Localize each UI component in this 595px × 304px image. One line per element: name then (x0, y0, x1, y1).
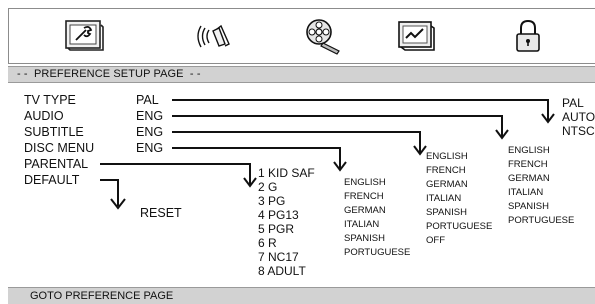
disc-menu-connector (172, 147, 341, 169)
parental-connector (100, 163, 251, 185)
audio-connector (172, 115, 503, 137)
status-bar: GOTO PREFERENCE PAGE (8, 287, 595, 304)
connector-lines (100, 99, 555, 210)
subtitle-connector (172, 131, 421, 153)
default-connector (100, 179, 119, 206)
status-text: GOTO PREFERENCE PAGE (30, 290, 174, 302)
tv-type-connector (172, 99, 549, 121)
setup-menu-screen: - - PREFERENCE SETUP PAGE - - TV TYPE AU… (0, 0, 595, 304)
